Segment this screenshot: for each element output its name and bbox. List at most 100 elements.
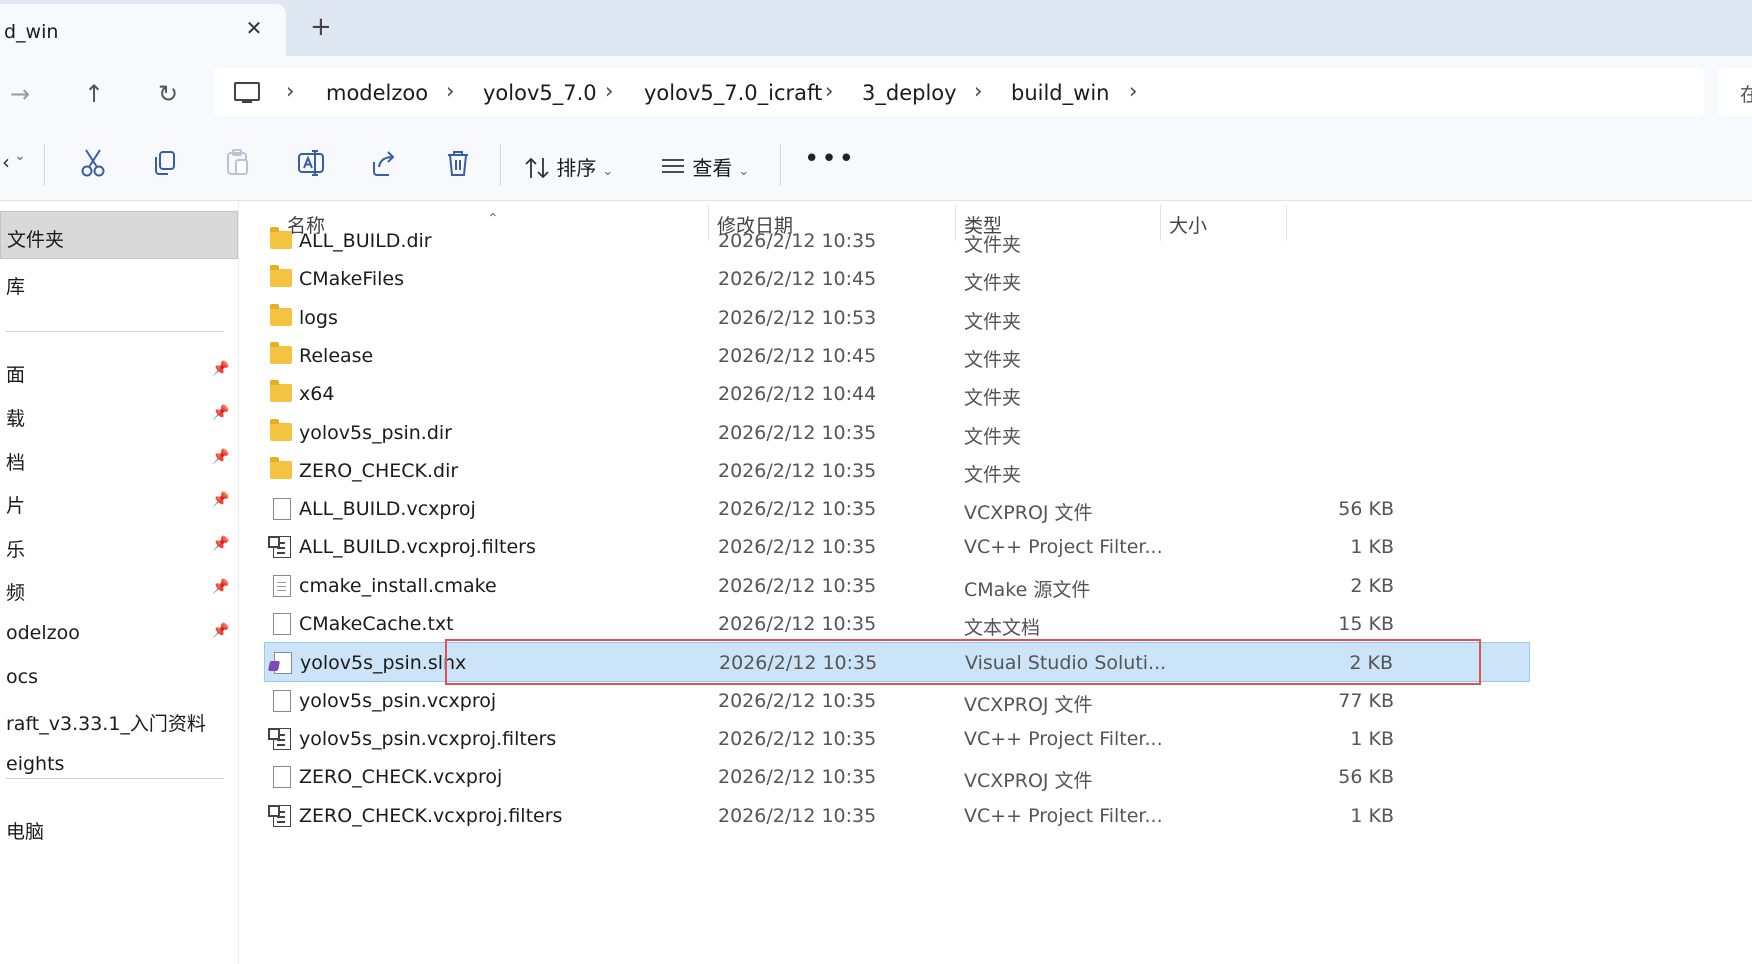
breadcrumb-build-win[interactable]: build_win bbox=[1011, 81, 1109, 105]
file-date: 2026/2/12 10:35 bbox=[718, 574, 877, 597]
chevron-down-icon[interactable]: ⌄ bbox=[14, 148, 26, 164]
sidebar-item-this-pc[interactable]: 电脑 bbox=[0, 804, 236, 850]
file-date: 2026/2/12 10:45 bbox=[718, 268, 877, 291]
search-box[interactable]: 在 bbox=[1718, 68, 1752, 116]
file-size: 1 KB bbox=[1350, 727, 1394, 750]
folder-icon bbox=[270, 341, 292, 364]
sidebar-item-label: eights bbox=[6, 753, 65, 775]
sidebar-item-desktop[interactable]: 面 📌 bbox=[0, 347, 236, 393]
file-row[interactable]: CMakeCache.txt 2026/2/12 10:35 文本文档 15 KB bbox=[264, 604, 1530, 644]
sort-button[interactable]: 排序 ⌄ bbox=[524, 152, 613, 181]
file-row[interactable]: ZERO_CHECK.vcxproj.filters 2026/2/12 10:3… bbox=[264, 796, 1530, 836]
tab-build-win[interactable]: d_win ✕ bbox=[0, 4, 286, 56]
more-options-icon[interactable]: ••• bbox=[804, 144, 856, 174]
file-row[interactable]: yolov5s_psin.vcxproj 2026/2/12 10:35 VCXPR… bbox=[264, 681, 1530, 721]
sidebar-item-modelzoo[interactable]: odelzoo 📌 bbox=[0, 609, 236, 655]
chevron-right-icon[interactable]: › bbox=[605, 79, 613, 103]
paste-icon[interactable] bbox=[225, 148, 251, 182]
file-name: ZERO_CHECK.dir bbox=[299, 459, 459, 482]
breadcrumb-modelzoo[interactable]: modelzoo bbox=[326, 81, 428, 105]
file-date: 2026/2/12 10:35 bbox=[718, 766, 877, 789]
sidebar-item-label: raft_v3.33.1_入门资料 bbox=[6, 713, 206, 735]
file-row[interactable]: ALL_BUILD.dir 2026/2/12 10:35 文件夹 bbox=[264, 221, 1530, 261]
file-row[interactable]: ALL_BUILD.vcxproj.filters 2026/2/12 10:35… bbox=[264, 527, 1530, 567]
file-size: 2 KB bbox=[1349, 652, 1393, 675]
file-row[interactable]: ZERO_CHECK.vcxproj 2026/2/12 10:35 VCXPROJ… bbox=[264, 757, 1530, 797]
close-icon[interactable]: ✕ bbox=[241, 16, 267, 40]
sidebar-item-icraft-docs[interactable]: raft_v3.33.1_入门资料 bbox=[0, 696, 236, 742]
file-date: 2026/2/12 10:35 bbox=[718, 727, 877, 750]
sidebar-item-documents[interactable]: 档 📌 bbox=[0, 435, 236, 481]
file-name: cmake_install.cmake bbox=[299, 574, 497, 597]
sidebar-item-music[interactable]: 乐 📌 bbox=[0, 522, 236, 568]
chevron-right-icon[interactable]: › bbox=[446, 79, 454, 103]
up-arrow-icon[interactable]: ↑ bbox=[78, 78, 110, 110]
delete-icon[interactable] bbox=[445, 148, 471, 182]
file-row[interactable]: yolov5s_psin.vcxproj.filters 2026/2/12 10… bbox=[264, 719, 1530, 759]
chevron-right-icon[interactable]: › bbox=[1129, 79, 1137, 103]
toolbar-divider bbox=[44, 144, 45, 186]
file-row[interactable]: CMakeFiles 2026/2/12 10:45 文件夹 bbox=[264, 259, 1530, 299]
file-name: ZERO_CHECK.vcxproj bbox=[299, 766, 503, 789]
sidebar-item-docs[interactable]: ocs bbox=[0, 653, 236, 699]
file-type: VC++ Project Filter... bbox=[964, 804, 1163, 827]
file-date: 2026/2/12 10:35 bbox=[718, 536, 877, 559]
file-row[interactable]: yolov5s_psin.dir 2026/2/12 10:35 文件夹 bbox=[264, 413, 1530, 453]
file-row[interactable]: x64 2026/2/12 10:44 文件夹 bbox=[264, 374, 1530, 414]
file-size: 1 KB bbox=[1350, 536, 1394, 559]
chevron-right-icon[interactable]: › bbox=[286, 79, 294, 103]
refresh-icon[interactable]: ↻ bbox=[152, 78, 184, 110]
file-size: 1 KB bbox=[1350, 804, 1394, 827]
sidebar-item-pictures[interactable]: 片 📌 bbox=[0, 478, 236, 524]
rename-icon[interactable] bbox=[297, 148, 327, 182]
file-row[interactable]: cmake_install.cmake 2026/2/12 10:35 CMake … bbox=[264, 566, 1530, 606]
folder-icon bbox=[270, 227, 292, 249]
file-type: VCXPROJ 文件 bbox=[964, 502, 1093, 525]
view-button[interactable]: 查看 ⌄ bbox=[660, 152, 749, 181]
folder-icon bbox=[270, 265, 292, 288]
file-row[interactable]: Release 2026/2/12 10:45 文件夹 bbox=[264, 336, 1530, 376]
address-bar[interactable]: › modelzoo › yolov5_7.0 › yolov5_7.0_icr… bbox=[214, 68, 1704, 116]
view-list-icon bbox=[662, 159, 684, 173]
breadcrumb-3-deploy[interactable]: 3_deploy bbox=[862, 81, 957, 105]
file-size: 15 KB bbox=[1338, 613, 1394, 635]
file-type: VC++ Project Filter... bbox=[964, 536, 1163, 559]
file-row[interactable]: yolov5s_psin.slnx 2026/2/12 10:35 Visual S… bbox=[264, 642, 1530, 683]
file-date: 2026/2/12 10:35 bbox=[718, 804, 877, 827]
sidebar-item-downloads[interactable]: 载 📌 bbox=[0, 391, 236, 437]
sidebar-item-weights[interactable]: eights bbox=[0, 740, 236, 786]
file-type: 文件夹 bbox=[964, 425, 1022, 448]
breadcrumb-yolov5-7-0[interactable]: yolov5_7.0 bbox=[483, 81, 597, 105]
file-date: 2026/2/12 10:35 bbox=[719, 652, 878, 675]
file-name: CMakeFiles bbox=[299, 268, 405, 291]
address-row: → ↑ ↻ › modelzoo › yolov5_7.0 › yolov5_7… bbox=[0, 56, 1752, 130]
file-row[interactable]: ALL_BUILD.vcxproj 2026/2/12 10:35 VCXPROJ … bbox=[264, 489, 1530, 529]
share-icon[interactable] bbox=[370, 148, 398, 182]
file-name: CMakeCache.txt bbox=[299, 613, 454, 635]
sidebar-item-folders[interactable]: 文件夹 bbox=[0, 211, 238, 259]
file-row[interactable]: logs 2026/2/12 10:53 文件夹 bbox=[264, 298, 1530, 338]
file-row[interactable]: ZERO_CHECK.dir 2026/2/12 10:35 文件夹 bbox=[264, 451, 1530, 491]
file-size: 77 KB bbox=[1338, 689, 1394, 712]
chevron-right-icon[interactable]: › bbox=[825, 79, 833, 103]
chevron-down-icon: ⌄ bbox=[602, 164, 614, 179]
file-name: yolov5s_psin.slnx bbox=[300, 652, 467, 675]
computer-icon[interactable] bbox=[234, 82, 260, 103]
file-icon bbox=[273, 689, 291, 712]
file-name: yolov5s_psin.dir bbox=[299, 421, 452, 444]
toolbar-divider bbox=[780, 144, 781, 186]
pin-icon: 📌 bbox=[212, 579, 230, 595]
sidebar-item-videos[interactable]: 频 📌 bbox=[0, 565, 236, 611]
file-date: 2026/2/12 10:35 bbox=[718, 421, 877, 444]
copy-icon[interactable] bbox=[152, 148, 178, 182]
cut-icon[interactable] bbox=[80, 148, 106, 182]
sidebar-divider bbox=[6, 778, 224, 779]
new-tab-button[interactable]: + bbox=[310, 14, 332, 40]
sidebar-item-library[interactable]: 库 bbox=[0, 259, 236, 305]
forward-arrow-icon[interactable]: → bbox=[4, 78, 36, 110]
new-dropdown-icon[interactable]: ‹ bbox=[2, 150, 10, 174]
breadcrumb-yolov5-7-0-icraft[interactable]: yolov5_7.0_icraft bbox=[644, 81, 822, 105]
file-type: 文件夹 bbox=[964, 234, 1022, 256]
folder-icon bbox=[270, 456, 292, 479]
chevron-right-icon[interactable]: › bbox=[974, 79, 982, 103]
